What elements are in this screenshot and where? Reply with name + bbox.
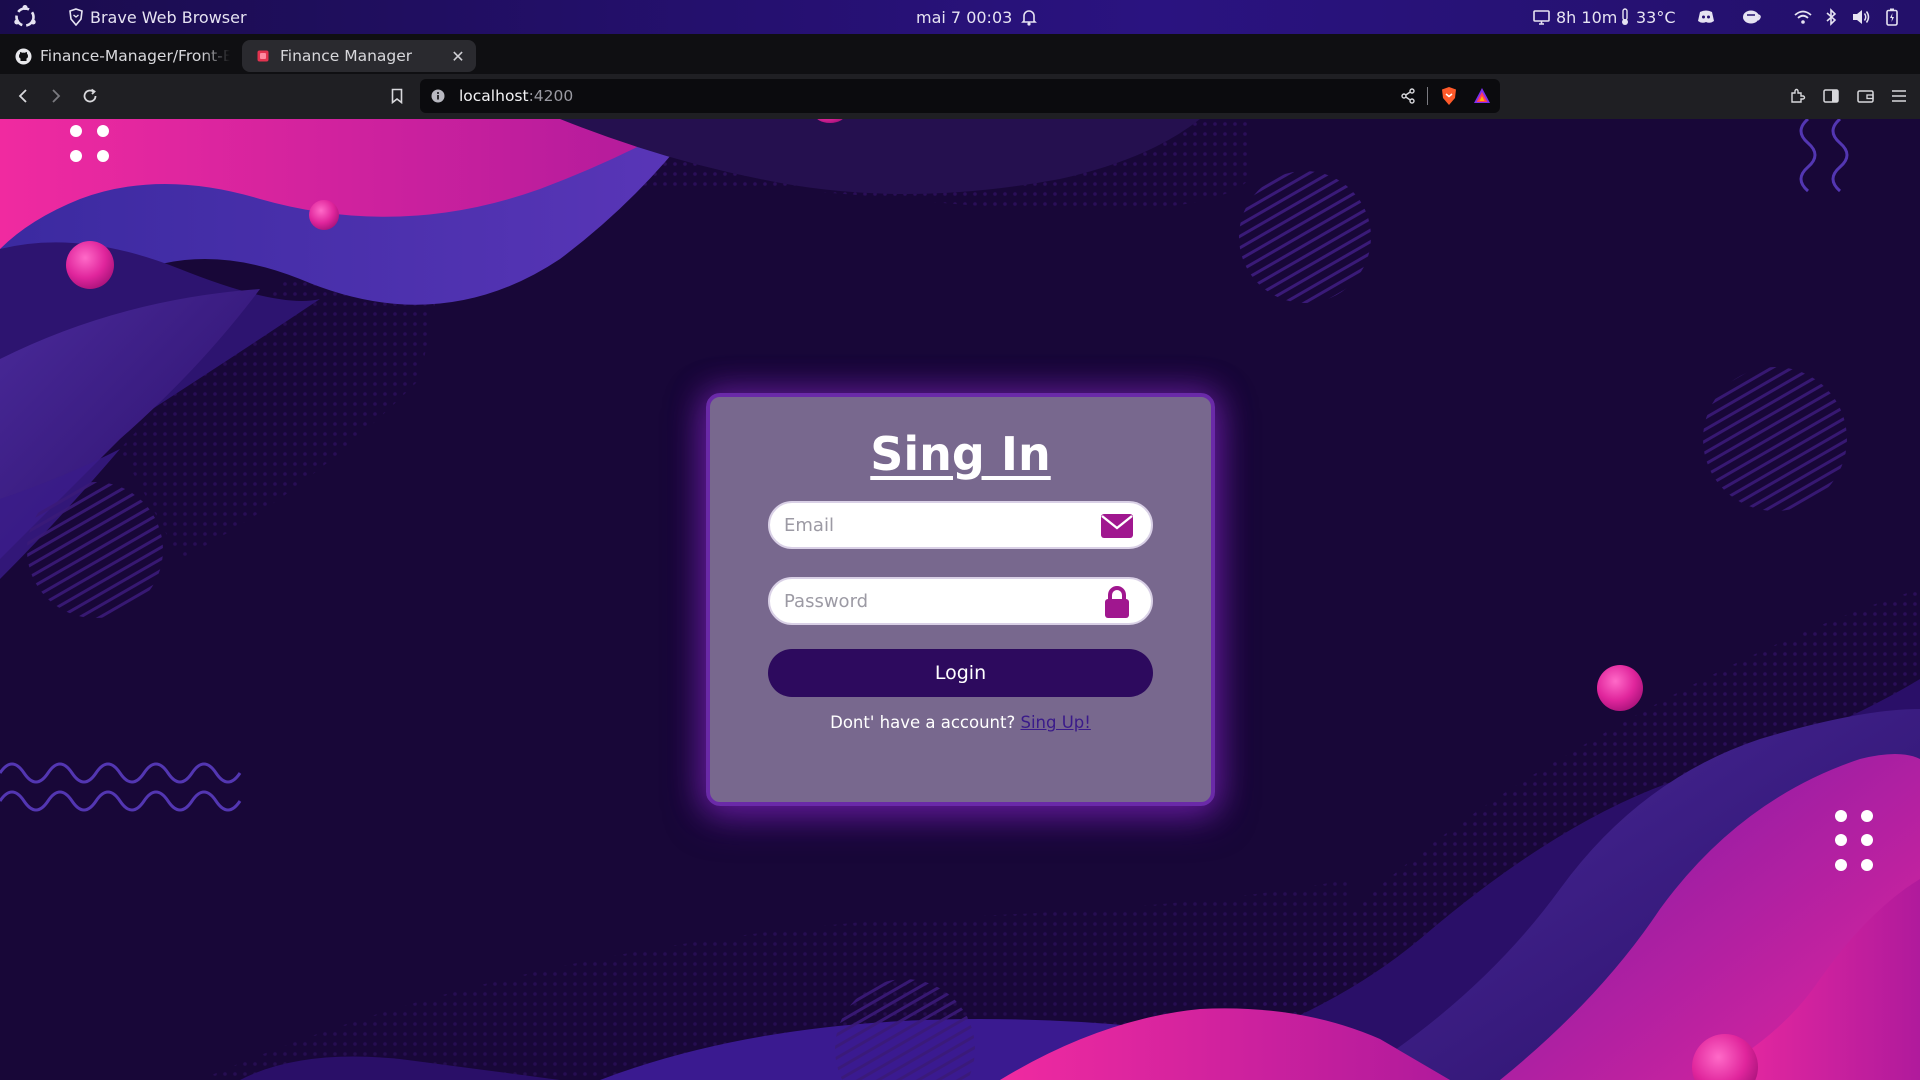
system-top-bar: Brave Web Browser mai 7 00:03 8h 10m 33°… (0, 0, 1920, 34)
url-host: localhost (459, 87, 529, 105)
volume-icon[interactable] (1852, 0, 1870, 34)
coffee-icon[interactable] (1742, 0, 1762, 34)
browser-toolbar: localhost:4200 (0, 74, 1920, 119)
email-input[interactable] (770, 514, 1090, 536)
brave-lion-icon (68, 8, 84, 26)
url-port: :4200 (528, 87, 574, 105)
url-divider (1427, 87, 1428, 105)
datetime: mai 7 00:03 (916, 7, 1013, 27)
sidebar-icon[interactable] (1819, 84, 1843, 108)
email-field[interactable] (768, 501, 1153, 549)
discord-icon[interactable] (1697, 0, 1715, 34)
active-app-name: Brave Web Browser (90, 7, 247, 27)
brave-rewards-icon[interactable] (1473, 87, 1491, 104)
envelope-icon (1099, 512, 1135, 540)
password-field[interactable] (768, 577, 1153, 625)
monitor-icon (1533, 9, 1550, 25)
browser-tab-strip: Finance-Manager/Front-End Finance Manage… (0, 34, 1920, 94)
screen-time: 8h 10m (1556, 7, 1618, 27)
share-icon[interactable] (1400, 88, 1416, 104)
menu-icon[interactable] (1887, 84, 1911, 108)
password-input[interactable] (770, 590, 1090, 612)
battery-icon[interactable] (1886, 0, 1898, 34)
site-info-icon[interactable] (431, 89, 445, 103)
signup-link[interactable]: Sing Up! (1020, 713, 1090, 732)
bluetooth-icon[interactable] (1825, 0, 1837, 34)
tab-finance-manager[interactable]: Finance Manager ✕ (242, 40, 476, 72)
tab-github[interactable]: Finance-Manager/Front-End (10, 40, 232, 72)
wifi-icon[interactable] (1794, 0, 1812, 34)
signup-prompt: Dont' have a account? Sing Up! (710, 713, 1211, 732)
reload-icon[interactable] (78, 84, 102, 108)
lock-icon (1099, 586, 1135, 618)
brave-shields-icon[interactable] (1440, 86, 1458, 106)
login-title: Sing In (870, 427, 1051, 481)
tab-label: Finance-Manager/Front-End (40, 47, 230, 65)
extensions-icon[interactable] (1786, 84, 1810, 108)
wallet-icon[interactable] (1853, 84, 1877, 108)
app-favicon (254, 47, 272, 65)
bookmark-icon[interactable] (385, 84, 409, 108)
tab-label: Finance Manager (280, 47, 413, 65)
back-icon[interactable] (11, 84, 35, 108)
forward-icon[interactable] (44, 84, 68, 108)
signup-prompt-text: Dont' have a account? (830, 713, 1021, 732)
login-card: Sing In Login Dont' have a account? Sing… (706, 393, 1215, 806)
alarm-bell-icon[interactable] (1021, 0, 1037, 34)
activities-icon[interactable] (12, 0, 38, 34)
address-bar[interactable]: localhost:4200 (420, 79, 1500, 113)
page-viewport: Sing In Login Dont' have a account? Sing… (0, 119, 1920, 1080)
temperature-indicator[interactable]: 33°C (1620, 0, 1676, 34)
github-icon (14, 47, 32, 65)
thermometer-icon (1620, 8, 1630, 26)
temperature: 33°C (1636, 7, 1676, 27)
login-button[interactable]: Login (768, 649, 1153, 697)
clock[interactable]: mai 7 00:03 (916, 0, 1012, 34)
close-tab-icon[interactable]: ✕ (448, 46, 468, 66)
screen-time-indicator[interactable]: 8h 10m (1533, 0, 1617, 34)
active-app-indicator[interactable]: Brave Web Browser (68, 0, 247, 34)
